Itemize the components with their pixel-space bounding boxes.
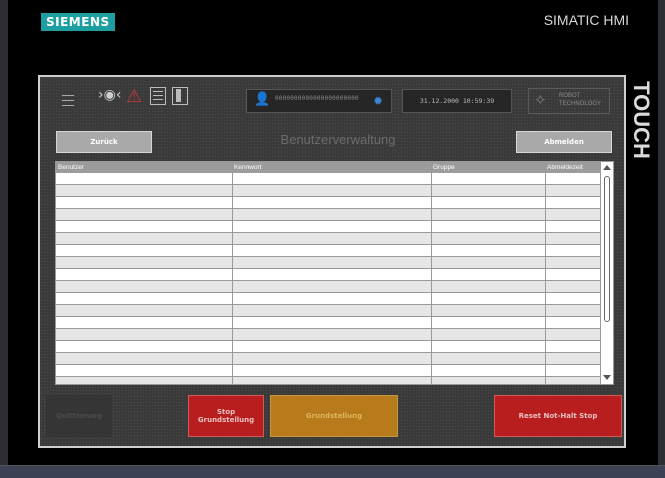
table-row[interactable]	[56, 341, 601, 353]
table-row[interactable]	[56, 233, 601, 245]
device-frame-left	[0, 0, 8, 478]
user-table[interactable]: Benutzer Kennwort Gruppe Abmeldezeit	[55, 161, 614, 385]
camera-icon[interactable]: ›◉‹	[98, 87, 121, 103]
column-header-user[interactable]: Benutzer	[56, 162, 232, 173]
user-display: 0000000000000000000000	[275, 95, 359, 102]
gear-icon[interactable]: ✹	[373, 94, 383, 108]
device-frame-right	[658, 0, 665, 478]
column-header-group[interactable]: Gruppe	[431, 162, 545, 173]
table-row[interactable]	[56, 245, 601, 257]
hmi-screen: ›◉‹ ⚠ 👤 0000000000000000000000 ✹ 31.12.2…	[38, 75, 626, 448]
column-divider	[545, 162, 546, 384]
table-row[interactable]	[56, 185, 601, 197]
siemens-logo: SIEMENS	[41, 13, 115, 31]
logout-button[interactable]: Abmelden	[516, 131, 612, 153]
column-header-logout-time[interactable]: Abmeldezeit	[545, 162, 601, 173]
table-row[interactable]	[56, 377, 601, 384]
datetime-display: 31.12.2000 10:59:39	[402, 89, 512, 113]
robot-technology-logo: ⟡ ROBOT TECHNOLOGY	[528, 88, 610, 114]
column-header-password[interactable]: Kennwort	[232, 162, 431, 173]
column-divider	[232, 162, 233, 384]
acknowledge-button[interactable]: Quittierung	[46, 395, 112, 437]
reset-emergency-stop-button[interactable]: Reset Not-Halt Stop	[494, 395, 622, 437]
column-divider	[431, 162, 432, 384]
table-row[interactable]	[56, 293, 601, 305]
scroll-thumb[interactable]	[604, 176, 610, 322]
table-row[interactable]	[56, 317, 601, 329]
table-header: Benutzer Kennwort Gruppe Abmeldezeit	[56, 162, 601, 173]
user-field[interactable]: 👤 0000000000000000000000 ✹	[246, 89, 392, 113]
table-scrollbar[interactable]	[600, 162, 613, 384]
back-button[interactable]: Zurück	[56, 131, 152, 153]
table-body	[56, 173, 601, 384]
device-frame-bottom	[0, 465, 665, 478]
door-icon[interactable]	[172, 87, 188, 105]
table-row[interactable]	[56, 197, 601, 209]
top-toolbar: ›◉‹ ⚠ 👤 0000000000000000000000 ✹ 31.12.2…	[50, 83, 614, 117]
scroll-up-icon[interactable]	[603, 165, 611, 170]
stop-home-button[interactable]: Stop Grundstellung	[188, 395, 264, 437]
product-name: SIMATIC HMI	[543, 12, 629, 28]
table-row[interactable]	[56, 365, 601, 377]
table-row[interactable]	[56, 269, 601, 281]
table-row[interactable]	[56, 305, 601, 317]
table-row[interactable]	[56, 353, 601, 365]
table-row[interactable]	[56, 221, 601, 233]
table-row[interactable]	[56, 329, 601, 341]
scroll-down-icon[interactable]	[603, 375, 611, 380]
menu-icon[interactable]	[60, 91, 76, 107]
list-icon[interactable]	[150, 87, 166, 105]
warning-icon[interactable]: ⚠	[126, 86, 142, 107]
table-row[interactable]	[56, 257, 601, 269]
table-row[interactable]	[56, 281, 601, 293]
page-title: Benutzerverwaltung	[280, 132, 396, 147]
robot-arm-icon: ⟡	[535, 91, 546, 108]
touch-label: TOUCH	[626, 72, 656, 168]
table-row[interactable]	[56, 173, 601, 185]
home-position-button[interactable]: Grundstellung	[270, 395, 398, 437]
user-icon: 👤	[254, 92, 271, 107]
table-row[interactable]	[56, 209, 601, 221]
